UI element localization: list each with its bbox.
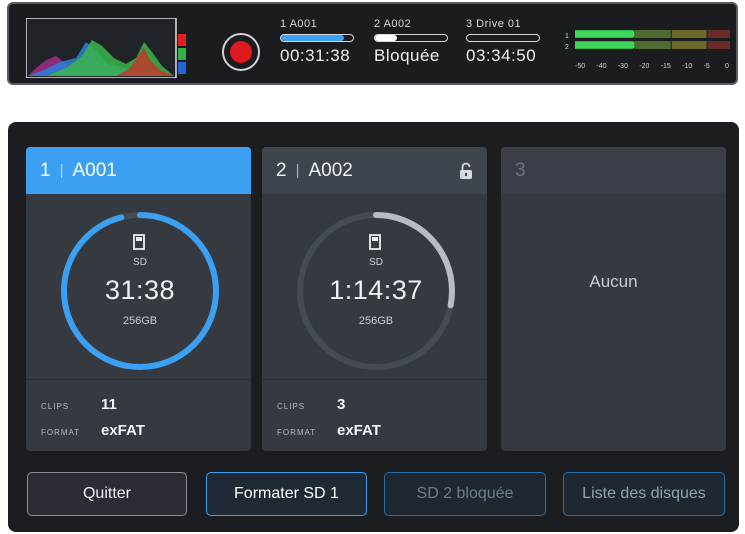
media-type: SD xyxy=(369,257,383,268)
meter-segment xyxy=(707,30,730,38)
record-button[interactable] xyxy=(222,33,260,71)
meter-scale-label: -5 xyxy=(704,63,710,70)
remaining-time: 31:38 xyxy=(104,275,176,305)
meter-segment xyxy=(671,30,707,38)
media-type: SD xyxy=(133,257,147,268)
slot-label: 2 A002 xyxy=(374,18,412,30)
meter-scale-label: -10 xyxy=(682,63,692,70)
meter-scale-label: -30 xyxy=(618,63,628,70)
card-details: CLIPS 3 FORMAT exFAT xyxy=(262,379,487,451)
slot-label: 3 Drive 01 xyxy=(466,18,522,30)
card-header: 3 xyxy=(501,147,726,194)
sd-card-icon xyxy=(369,234,381,250)
meter-segment xyxy=(671,41,707,49)
histogram xyxy=(26,18,186,78)
meter-scale-label: 0 xyxy=(725,63,729,70)
sd-card-icon xyxy=(133,234,145,250)
storage-panel: 1 | A001 SD 31:38 256GB CLIPS 11 FORMAT … xyxy=(8,122,739,532)
clips-count: 11 xyxy=(101,396,117,413)
capacity: 256GB xyxy=(122,315,158,327)
slot-indicator-1[interactable]: 1 A001 00:31:38 xyxy=(280,18,360,66)
slot-value: 03:34:50 xyxy=(466,46,537,65)
format-label: FORMAT xyxy=(41,428,81,437)
audio-meters[interactable]: 12-50 -40 -30 -20 -15 -10 -5 0 xyxy=(563,26,733,74)
slot-number: 1 xyxy=(40,159,51,181)
clips-label: CLIPS xyxy=(277,402,306,411)
remaining-time: 1:14:37 xyxy=(329,275,423,305)
separator: | xyxy=(59,162,64,179)
slot-card-1[interactable]: 1 | A001 SD 31:38 256GB CLIPS 11 FORMAT … xyxy=(26,147,251,451)
meter-level xyxy=(575,42,635,48)
drive-list-button[interactable]: Liste des disques xyxy=(563,472,725,516)
meter-scale-label: -40 xyxy=(596,63,606,70)
meter-level xyxy=(575,31,635,37)
sd2-locked-button[interactable]: SD 2 bloquée xyxy=(384,472,546,516)
capacity: 256GB xyxy=(358,315,394,327)
status-bar: 1 A001 00:31:38 2 A002 Bloquée 3 Drive 0… xyxy=(7,2,738,85)
card-name: A002 xyxy=(308,159,353,181)
lock-icon xyxy=(460,162,472,179)
clips-label: CLIPS xyxy=(41,402,70,411)
format-label: FORMAT xyxy=(277,428,317,437)
slot-number: 2 xyxy=(276,159,287,181)
empty-slot-label: Aucun xyxy=(589,272,638,291)
slot-indicator-3[interactable]: 3 Drive 01 03:34:50 xyxy=(466,18,546,66)
meter-segment xyxy=(634,30,671,38)
slot-label: 1 A001 xyxy=(280,18,318,30)
slot-fill-bar xyxy=(280,34,354,42)
card-details: CLIPS 11 FORMAT exFAT xyxy=(26,379,251,451)
slot-indicator-2[interactable]: 2 A002 Bloquée xyxy=(374,18,454,66)
format-value: exFAT xyxy=(101,422,145,439)
card-name: A001 xyxy=(72,159,117,181)
card-header: 2 | A002 xyxy=(262,147,487,194)
slot-value: 00:31:38 xyxy=(280,46,351,65)
slot-number: 3 xyxy=(515,159,526,181)
meter-channel-label: 1 xyxy=(565,33,569,40)
slot-fill-bar xyxy=(374,34,448,42)
quit-button[interactable]: Quitter xyxy=(27,472,187,516)
slot-card-3[interactable]: 3 Aucun xyxy=(501,147,726,451)
meter-scale-label: -50 xyxy=(575,63,585,70)
clips-count: 3 xyxy=(337,396,346,413)
meter-scale-label: -20 xyxy=(639,63,649,70)
slot-card-2[interactable]: 2 | A002 SD 1:14:37 256GB CLIPS 3 FORMAT… xyxy=(262,147,487,451)
record-icon xyxy=(230,41,252,63)
slot-fill-bar xyxy=(466,34,540,42)
slot-value: Bloquée xyxy=(374,46,440,65)
card-header: 1 | A001 xyxy=(26,147,251,194)
separator: | xyxy=(295,162,300,179)
meter-scale-label: -15 xyxy=(661,63,671,70)
meter-segment xyxy=(634,41,671,49)
meter-segment xyxy=(707,41,730,49)
meter-channel-label: 2 xyxy=(565,44,569,51)
format-value: exFAT xyxy=(337,422,381,439)
format-sd1-button[interactable]: Formater SD 1 xyxy=(206,472,367,516)
